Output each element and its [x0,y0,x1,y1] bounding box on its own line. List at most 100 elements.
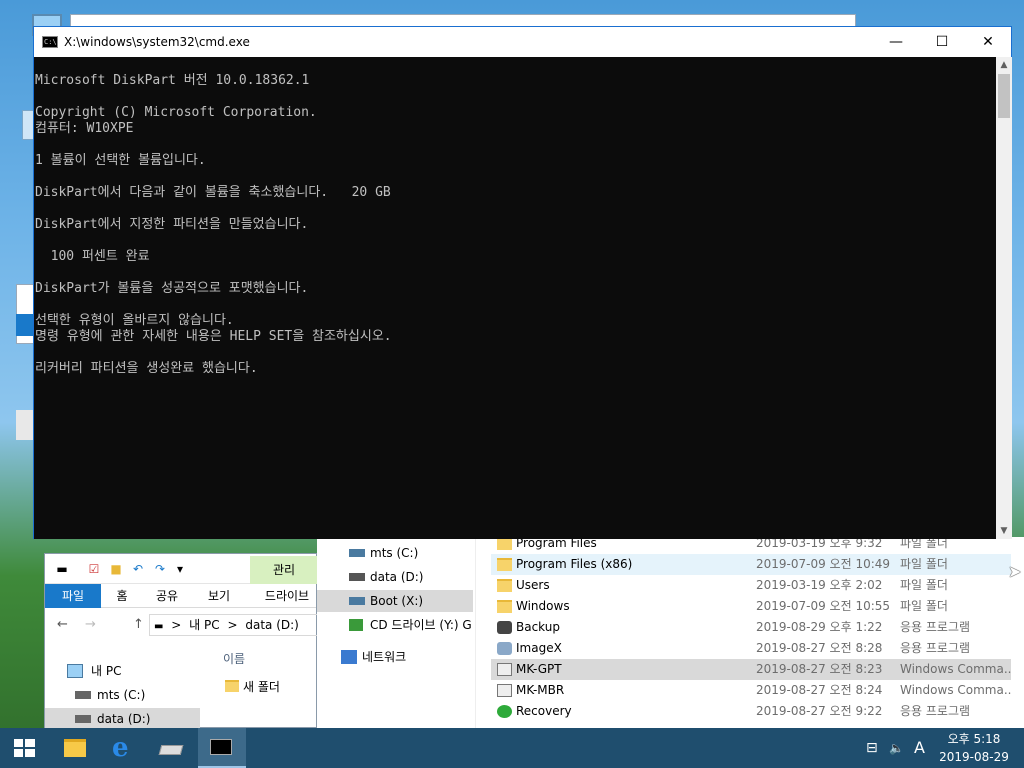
console-line: 컴퓨터: W10XPE [35,121,134,136]
close-button[interactable]: ✕ [965,27,1011,57]
taskbar-file-explorer[interactable] [50,728,98,768]
clock-time: 오후 5:18 [947,732,1001,746]
scroll-down-icon[interactable]: ▼ [996,523,1012,539]
tab-manage[interactable]: 관리 [250,556,318,584]
explorer-window-data-drive[interactable]: ▬ ☑ ■ ↶ ↷ ▾ 관리 파일 홈 공유 보기 드라이브 ← → ↑ ▬ >… [44,553,319,730]
tree-item-data-d[interactable]: data (D:) [45,708,200,730]
table-row[interactable]: Recovery 2019-08-27 오전 9:22 응용 프로그램 [491,701,1011,722]
folder-icon [225,680,239,692]
drive-icon[interactable]: ▬ [55,562,69,576]
table-row[interactable]: Windows 2019-07-09 오전 10:55 파일 폴더 [491,596,1011,617]
console-line: Copyright (C) Microsoft Corporation. [35,105,317,120]
address-bar-area: ← → ↑ ▬ > 내 PC > data (D:) [45,610,319,640]
file-date: 2019-08-29 오후 1:22 [756,620,883,634]
tree-item-label: 내 PC [91,664,122,678]
network-icon[interactable]: ⊟ [866,740,878,756]
file-name: ImageX [516,641,562,655]
internet-explorer-icon: e [112,733,129,763]
tree-item-data-d[interactable]: data (D:) [317,566,475,588]
console-output[interactable]: Microsoft DiskPart 버전 10.0.18362.1 Copyr… [34,57,996,539]
column-header-name[interactable]: 이름 [223,650,245,667]
tree-item-label: mts (C:) [97,688,146,702]
scrollbar-thumb[interactable] [998,74,1010,118]
file-type: Windows Comma... [900,683,1012,697]
file-name: MK-GPT [516,662,562,676]
window-title: X:\windows\system32\cmd.exe [64,35,250,49]
list-item[interactable]: 새 폴더 [223,676,313,696]
new-folder-icon[interactable]: ■ [109,562,123,576]
properties-icon[interactable]: ☑ [87,562,101,576]
tab-share[interactable]: 공유 [149,584,185,608]
tree-item-mypc[interactable]: 내 PC [45,660,200,682]
console-icon: C:\ [42,36,58,48]
tab-view[interactable]: 보기 [201,584,237,608]
backup-app-icon [497,621,512,634]
file-date: 2019-08-27 오전 8:24 [756,683,883,697]
scrollbar[interactable]: ▲ ▼ [996,57,1012,539]
tree-item-mts-c[interactable]: mts (C:) [317,542,475,564]
undo-icon[interactable]: ↶ [131,562,145,576]
drive-icon [75,691,91,699]
list-item-label: 새 폴더 [243,680,280,694]
title-bar[interactable]: C:\ X:\windows\system32\cmd.exe — ☐ ✕ [34,27,1011,57]
file-type: 응용 프로그램 [900,620,971,634]
file-name: MK-MBR [516,683,565,697]
table-row[interactable]: MK-MBR 2019-08-27 오전 8:24 Windows Comma.… [491,680,1012,701]
drive-icon [75,715,91,723]
file-date: 2019-07-09 오전 10:55 [756,599,891,613]
tree-item-label: data (D:) [370,570,424,584]
breadcrumb-separator: > [227,618,238,632]
address-bar[interactable]: ▬ > 내 PC > data (D:) [149,614,319,636]
tree-item-cd-drive-y[interactable]: CD 드라이브 (Y:) G [317,614,475,636]
tree-item-mts-c[interactable]: mts (C:) [45,684,200,706]
file-type: Windows Comma... [900,662,1012,676]
taskbar-cmd[interactable] [198,728,246,768]
file-name: Backup [516,620,560,634]
forward-arrow-icon[interactable]: → [85,617,96,632]
folder-icon [497,558,512,571]
console-line: 선택한 유형이 올바르지 않습니다. [35,313,234,328]
tab-file[interactable]: 파일 [45,584,101,608]
start-button[interactable] [0,728,48,768]
up-arrow-icon[interactable]: ↑ [133,617,144,632]
taskbar-drive[interactable] [148,728,196,768]
file-date: 2019-08-27 오전 8:28 [756,641,883,655]
file-name: Windows [516,599,570,613]
tree-item-label: data (D:) [97,712,151,726]
volume-icon[interactable]: 🔈 [889,741,904,755]
tree-item-network[interactable]: 네트워크 [317,646,475,668]
console-line: 100 퍼센트 완료 [35,249,150,264]
taskbar-internet-explorer[interactable]: e [100,728,148,768]
tab-home[interactable]: 홈 [107,584,137,608]
background-window-strip-2[interactable] [16,410,34,440]
table-row[interactable]: ImageX 2019-08-27 오전 8:28 응용 프로그램 [491,638,1011,659]
back-arrow-icon[interactable]: ← [57,617,68,632]
scroll-up-icon[interactable]: ▲ [996,57,1012,73]
input-method-indicator[interactable]: A [914,738,925,757]
tree-item-boot-x[interactable]: Boot (X:) [317,590,473,612]
tab-drive[interactable]: 드라이브 [259,584,315,608]
tree-item-label: mts (C:) [370,546,419,560]
table-row[interactable]: MK-GPT 2019-08-27 오전 8:23 Windows Comma.… [491,659,1012,680]
file-date: 2019-07-09 오전 10:49 [756,557,891,571]
tree-item-label: 네트워크 [362,650,407,664]
table-row[interactable]: Users 2019-03-19 오후 2:02 파일 폴더 [491,575,1011,596]
qat-dropdown-icon[interactable]: ▾ [173,562,187,576]
windows-logo-icon [14,739,35,757]
file-name: Program Files (x86) [516,557,633,571]
minimize-button[interactable]: — [873,27,919,57]
file-name: Users [516,578,550,592]
redo-icon[interactable]: ↷ [153,562,167,576]
table-row[interactable]: Program Files (x86) 2019-07-09 오전 10:49 … [491,554,1011,575]
table-row[interactable]: Backup 2019-08-29 오후 1:22 응용 프로그램 [491,617,1011,638]
file-date: 2019-08-27 오전 8:23 [756,662,883,676]
recovery-app-icon [497,705,512,718]
taskbar: e ⊟ 🔈 A 오후 5:18 2019-08-29 [0,728,1024,768]
cmd-window[interactable]: C:\ X:\windows\system32\cmd.exe — ☐ ✕ Mi… [33,26,1012,539]
breadcrumb-data-drive[interactable]: data (D:) [245,618,299,632]
clock[interactable]: 오후 5:18 2019-08-29 [932,730,1016,766]
clock-date: 2019-08-29 [939,750,1009,764]
folder-icon [497,600,512,613]
maximize-button[interactable]: ☐ [919,27,965,57]
breadcrumb-mypc[interactable]: 내 PC [189,618,219,632]
